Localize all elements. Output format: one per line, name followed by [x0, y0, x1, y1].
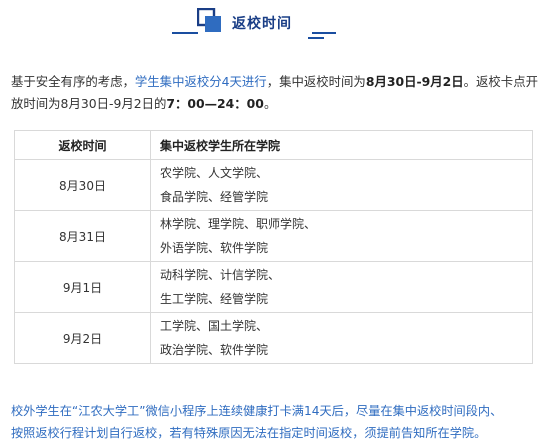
header-rule-dash — [308, 37, 324, 39]
footer-note: 校外学生在“江农大学工”微信小程序上连续健康打卡满14天后，尽量在集中返校时间段… — [11, 400, 546, 444]
header-rule-left — [172, 32, 198, 34]
row-date: 9月1日 — [14, 261, 151, 313]
header-rule-right — [312, 32, 336, 34]
colleges-line: 动科学院、计信学院、 — [160, 268, 281, 282]
column-header-colleges: 集中返校学生所在学院 — [150, 130, 533, 160]
intro-time-range: 7：00—24：00 — [166, 96, 264, 111]
row-date: 8月30日 — [14, 159, 151, 211]
table-header-row: 返校时间 集中返校学生所在学院 — [14, 130, 533, 160]
table-row: 8月31日 林学院、理学院、职师学院、 外语学院、软件学院 — [14, 210, 533, 262]
colleges-line: 政治学院、软件学院 — [160, 343, 269, 357]
intro-text: ，集中返校时间为 — [266, 74, 366, 89]
row-date: 9月2日 — [14, 312, 151, 364]
colleges-line: 工学院、国土学院、 — [160, 319, 269, 333]
intro-date-range: 8月30日-9月2日 — [365, 74, 464, 89]
intro-text: 。 — [263, 96, 277, 111]
colleges-line: 外语学院、软件学院 — [160, 241, 269, 255]
intro-paragraph: 基于安全有序的考虑，学生集中返校分4天进行，集中返校时间为8月30日-9月2日。… — [11, 71, 541, 115]
section-header: 返校时间 — [0, 0, 550, 50]
colleges-line: 食品学院、经管学院 — [160, 190, 269, 204]
return-schedule-table: 返校时间 集中返校学生所在学院 8月30日 农学院、人文学院、 食品学院、经管学院… — [14, 130, 533, 364]
column-header-date: 返校时间 — [14, 130, 151, 160]
section-title: 返校时间 — [232, 16, 292, 32]
colleges-line: 农学院、人文学院、 — [160, 166, 269, 180]
table-row: 9月2日 工学院、国土学院、 政治学院、软件学院 — [14, 312, 533, 364]
footer-line: 校外学生在“江农大学工”微信小程序上连续健康打卡满14天后，尽量在集中返校时间段… — [11, 404, 503, 418]
row-colleges: 农学院、人文学院、 食品学院、经管学院 — [150, 159, 533, 211]
footer-line: 按照返校行程计划自行返校，若有特殊原因无法在指定时间返校，须提前告知所在学院。 — [11, 426, 487, 440]
table-row: 9月1日 动科学院、计信学院、 生工学院、经管学院 — [14, 261, 533, 313]
colleges-line: 林学院、理学院、职师学院、 — [160, 217, 317, 231]
table-row: 8月30日 农学院、人文学院、 食品学院、经管学院 — [14, 159, 533, 211]
row-colleges: 工学院、国土学院、 政治学院、软件学院 — [150, 312, 533, 364]
intro-highlight: 学生集中返校分4天进行 — [134, 74, 267, 89]
intro-text: 基于安全有序的考虑， — [11, 74, 135, 89]
colleges-line: 生工学院、经管学院 — [160, 292, 269, 306]
row-colleges: 林学院、理学院、职师学院、 外语学院、软件学院 — [150, 210, 533, 262]
row-date: 8月31日 — [14, 210, 151, 262]
bracket-square-icon — [197, 8, 221, 32]
row-colleges: 动科学院、计信学院、 生工学院、经管学院 — [150, 261, 533, 313]
